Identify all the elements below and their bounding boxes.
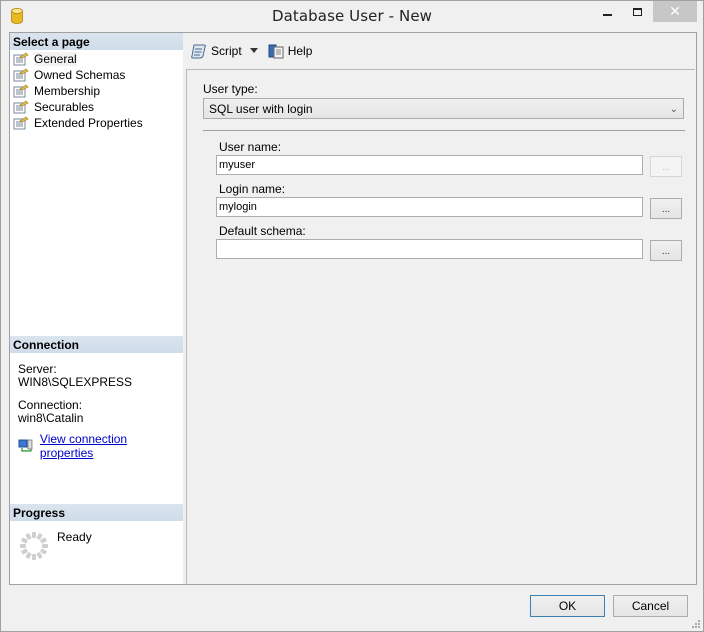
page-item-owned-schemas[interactable]: Owned Schemas xyxy=(13,67,125,83)
script-button[interactable]: Script xyxy=(191,43,258,59)
default-schema-browse-button[interactable]: ... xyxy=(650,240,682,261)
login-name-input[interactable] xyxy=(216,197,643,217)
page-icon xyxy=(13,68,29,82)
toolbar: Script Help xyxy=(183,33,696,68)
chevron-down-icon: ⌄ xyxy=(669,104,678,115)
server-label: Server: xyxy=(18,362,57,376)
close-button[interactable]: ✕ xyxy=(653,1,697,22)
minimize-button[interactable] xyxy=(591,1,623,22)
help-button[interactable]: Help xyxy=(268,43,313,59)
dialog-window: Database User - New ✕ Select a page Gene… xyxy=(0,0,704,632)
page-item-label: Extended Properties xyxy=(34,116,143,130)
page-icon xyxy=(13,100,29,114)
default-schema-label: Default schema: xyxy=(219,224,306,238)
default-schema-input[interactable] xyxy=(216,239,643,259)
page-icon xyxy=(13,52,29,66)
ok-button[interactable]: OK xyxy=(530,595,605,617)
user-name-label: User name: xyxy=(219,140,282,154)
page-item-label: Membership xyxy=(34,84,101,98)
resize-grip-icon[interactable] xyxy=(690,618,700,628)
view-connection-properties-link[interactable]: View connection properties xyxy=(18,432,183,460)
script-icon xyxy=(191,44,206,58)
page-item-securables[interactable]: Securables xyxy=(13,99,94,115)
page-item-membership[interactable]: Membership xyxy=(13,83,100,99)
close-icon: ✕ xyxy=(669,3,681,19)
login-name-browse-button[interactable]: ... xyxy=(650,198,682,219)
view-connection-properties-text[interactable]: View connection properties xyxy=(40,432,183,460)
minimize-icon xyxy=(602,13,612,16)
main-panel: Script Help User type: SQL user with log… xyxy=(183,32,697,585)
connection-properties-icon xyxy=(18,439,33,452)
user-name-browse-button[interactable]: ... xyxy=(650,156,682,177)
progress-spinner-icon xyxy=(20,532,48,560)
script-dropdown-arrow-icon[interactable] xyxy=(249,48,258,53)
page-item-label: Owned Schemas xyxy=(34,68,126,82)
page-icon xyxy=(13,116,29,130)
page-item-general[interactable]: General xyxy=(13,51,77,67)
title-bar: Database User - New ✕ xyxy=(1,1,703,32)
progress-status: Ready xyxy=(57,530,92,544)
connection-label: Connection: xyxy=(18,398,83,412)
page-icon xyxy=(13,84,29,98)
divider xyxy=(203,130,685,131)
script-label: Script xyxy=(211,43,242,58)
help-icon xyxy=(268,44,284,58)
login-name-label: Login name: xyxy=(219,182,286,196)
select-page-header: Select a page xyxy=(10,33,183,50)
connection-header: Connection xyxy=(10,336,183,353)
user-type-label: User type: xyxy=(203,82,258,96)
user-name-input[interactable] xyxy=(216,155,643,175)
left-panel: Select a page General Owned Schemas Memb… xyxy=(9,32,184,585)
maximize-icon xyxy=(632,7,642,16)
user-type-select[interactable]: SQL user with login ⌄ xyxy=(203,98,684,119)
server-value: WIN8\SQLEXPRESS xyxy=(18,375,133,389)
general-page-panel: User type: SQL user with login ⌄ User na… xyxy=(186,69,695,584)
connection-value: win8\Catalin xyxy=(18,411,84,425)
progress-header: Progress xyxy=(10,504,183,521)
page-item-extended-properties[interactable]: Extended Properties xyxy=(13,115,143,131)
cancel-button[interactable]: Cancel xyxy=(613,595,688,617)
maximize-button[interactable] xyxy=(621,1,653,22)
page-item-label: General xyxy=(34,52,77,66)
help-label: Help xyxy=(287,43,313,58)
page-item-label: Securables xyxy=(34,100,95,114)
user-type-value: SQL user with login xyxy=(209,101,313,116)
